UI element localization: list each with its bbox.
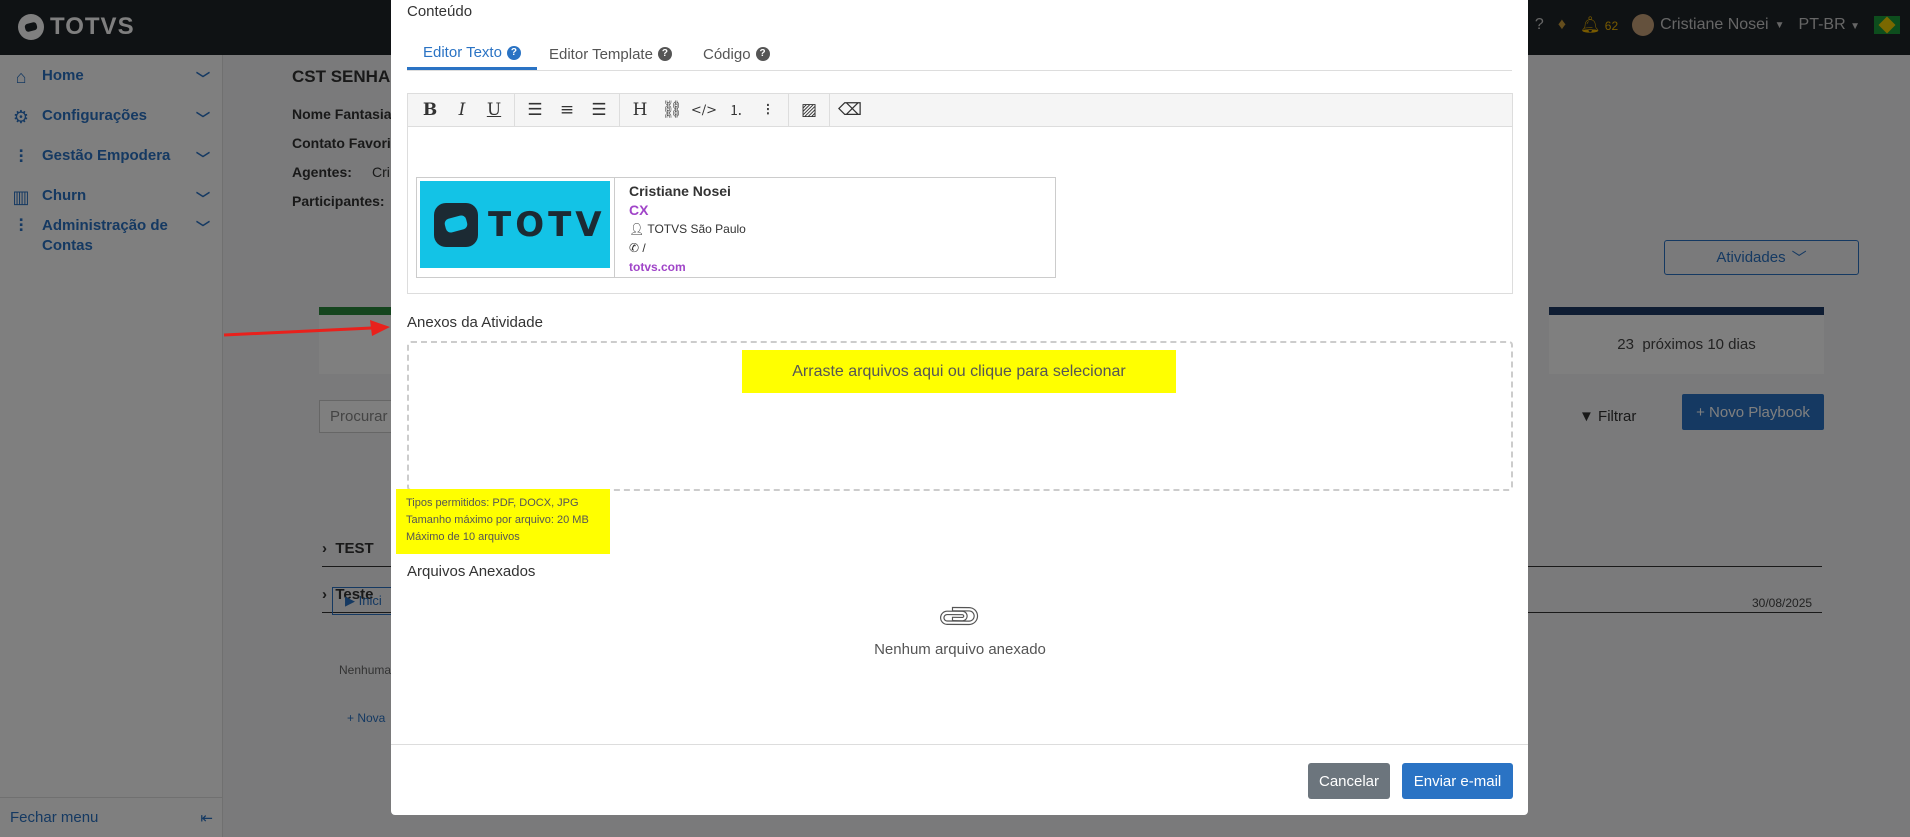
signature-logo-banner: TOTV xyxy=(420,181,610,268)
signature-role: CX xyxy=(629,202,649,218)
hint-line: Máximo de 10 arquivos xyxy=(406,531,520,543)
empty-attachments-text: Nenhum arquivo anexado xyxy=(874,641,1046,658)
align-center-button[interactable]: ≡ xyxy=(551,94,583,127)
align-right-button[interactable]: ☰ xyxy=(583,94,615,127)
phone-icon: ✆ xyxy=(629,241,640,255)
link-button[interactable]: ⛓ xyxy=(656,94,688,127)
hint-line: Tamanho máximo por arquivo: 20 MB xyxy=(406,514,589,526)
modal-footer-divider xyxy=(391,744,1528,745)
signature-logo: TOTV xyxy=(417,178,615,277)
tab-label: Editor Texto xyxy=(423,44,502,61)
signature-phone: / xyxy=(642,241,646,255)
code-button[interactable]: </> xyxy=(688,94,720,127)
signature-phone-row: ✆ / xyxy=(629,239,746,258)
hint-line: Tipos permitidos: PDF, DOCX, JPG xyxy=(406,497,579,509)
signature-name: Cristiane Nosei xyxy=(629,183,731,199)
signature-logo-text: TOTV xyxy=(488,204,606,245)
annotation-arrow-icon xyxy=(223,320,390,337)
attachments-title: Anexos da Atividade xyxy=(407,314,543,331)
help-icon[interactable]: ? xyxy=(755,47,770,61)
editor-toolbar: B I U ☰ ≡ ☰ H ⛓ </> ⒈ ⁝ ▨ ⌫ xyxy=(408,93,1512,127)
bullet-list-button[interactable]: ⁝ xyxy=(752,94,784,127)
signature-location-row: 👤︎ TOTVS São Paulo xyxy=(629,220,746,239)
toolbar-divider xyxy=(514,93,515,127)
toolbar-divider xyxy=(829,93,830,127)
signature-location: TOTVS São Paulo xyxy=(647,222,746,236)
eraser-button[interactable]: ⌫ xyxy=(834,94,866,127)
cancel-button[interactable]: Cancelar xyxy=(1308,763,1390,799)
content-title: Conteúdo xyxy=(407,3,473,20)
editor-tabs: Editor Texto ? Editor Template ? Código … xyxy=(407,38,1512,71)
help-icon[interactable]: ? xyxy=(657,47,672,61)
user-icon: 👤︎ xyxy=(629,222,645,236)
send-email-button[interactable]: Enviar e-mail xyxy=(1402,763,1513,799)
italic-button[interactable]: I xyxy=(446,94,478,127)
tab-editor-texto[interactable]: Editor Texto ? xyxy=(407,38,537,70)
tab-editor-template[interactable]: Editor Template ? xyxy=(549,38,672,70)
image-button[interactable]: ▨ xyxy=(793,94,825,127)
paperclip-icon: 📎︎ xyxy=(934,592,986,643)
rich-text-editor[interactable]: B I U ☰ ≡ ☰ H ⛓ </> ⒈ ⁝ ▨ ⌫ TOTV Cristia… xyxy=(407,93,1513,294)
tab-label: Editor Template xyxy=(549,45,653,63)
tab-codigo[interactable]: Código ? xyxy=(703,38,770,70)
heading-button[interactable]: H xyxy=(624,94,656,127)
bold-button[interactable]: B xyxy=(414,94,446,127)
email-modal: Conteúdo Editor Texto ? Editor Template … xyxy=(391,0,1528,815)
signature-info: Cristiane Nosei CX 👤︎ TOTVS São Paulo ✆ … xyxy=(615,178,760,277)
underline-button[interactable]: U xyxy=(478,94,510,127)
totvs-logo-icon xyxy=(434,202,478,247)
file-dropzone[interactable]: Arraste arquivos aqui ou clique para sel… xyxy=(407,341,1513,491)
signature-site[interactable]: totvs.com xyxy=(629,258,746,277)
attached-files-title: Arquivos Anexados xyxy=(407,563,536,580)
align-left-button[interactable]: ☰ xyxy=(519,94,551,127)
toolbar-divider xyxy=(619,93,620,127)
empty-attachments: 📎︎ Nenhum arquivo anexado xyxy=(407,592,1513,658)
email-signature: TOTV Cristiane Nosei CX 👤︎ TOTVS São Pau… xyxy=(416,177,1056,278)
upload-hints: Tipos permitidos: PDF, DOCX, JPG Tamanho… xyxy=(396,489,610,554)
tab-label: Código xyxy=(703,45,751,63)
toolbar-divider xyxy=(788,93,789,127)
ordered-list-button[interactable]: ⒈ xyxy=(720,94,752,127)
dropzone-text: Arraste arquivos aqui ou clique para sel… xyxy=(742,350,1176,393)
help-icon[interactable]: ? xyxy=(506,45,521,60)
